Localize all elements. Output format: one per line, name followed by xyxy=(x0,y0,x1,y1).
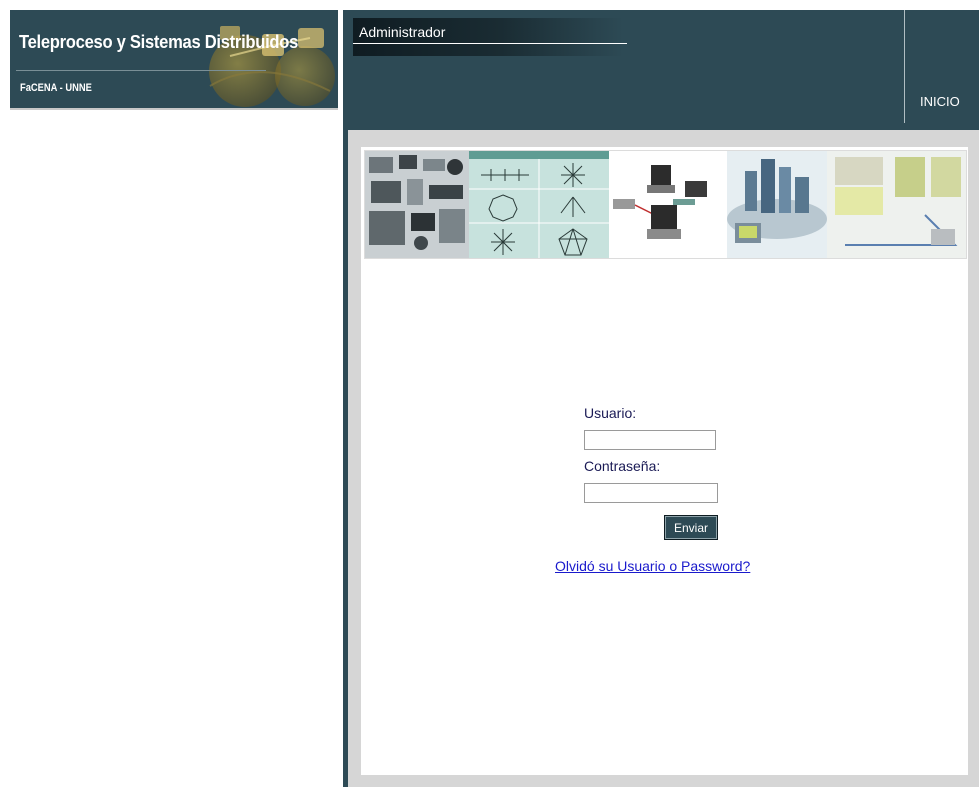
site-subtitle: FaCENA - UNNE xyxy=(20,82,92,94)
usuario-label: Usuario: xyxy=(584,405,637,421)
inicio-link[interactable]: INICIO xyxy=(920,94,960,109)
forgot-password-link[interactable]: Olvidó su Usuario o Password? xyxy=(555,558,750,574)
password-label: Contraseña: xyxy=(584,458,661,474)
admin-tab[interactable]: Administrador xyxy=(353,18,623,56)
network-globe-icon xyxy=(209,26,335,107)
site-logo[interactable]: Teleproceso y Sistemas Distribuidos FaCE… xyxy=(10,10,338,110)
enviar-button[interactable]: Enviar xyxy=(664,515,718,540)
login-form: Usuario: Contraseña: Enviar Olvidó su Us… xyxy=(361,147,968,775)
content-panel: Usuario: Contraseña: Enviar Olvidó su Us… xyxy=(361,147,968,775)
site-title: Teleproceso y Sistemas Distribuidos xyxy=(19,32,299,52)
logo-divider xyxy=(16,70,266,71)
left-column: Teleproceso y Sistemas Distribuidos FaCE… xyxy=(10,10,338,787)
admin-underline xyxy=(353,43,627,44)
header-divider xyxy=(904,10,905,123)
content-frame: Usuario: Contraseña: Enviar Olvidó su Us… xyxy=(348,130,979,787)
admin-label: Administrador xyxy=(359,24,446,40)
column-gap xyxy=(338,10,342,787)
password-input[interactable] xyxy=(584,483,718,503)
usuario-input[interactable] xyxy=(584,430,716,450)
top-header: Administrador INICIO xyxy=(348,10,979,130)
